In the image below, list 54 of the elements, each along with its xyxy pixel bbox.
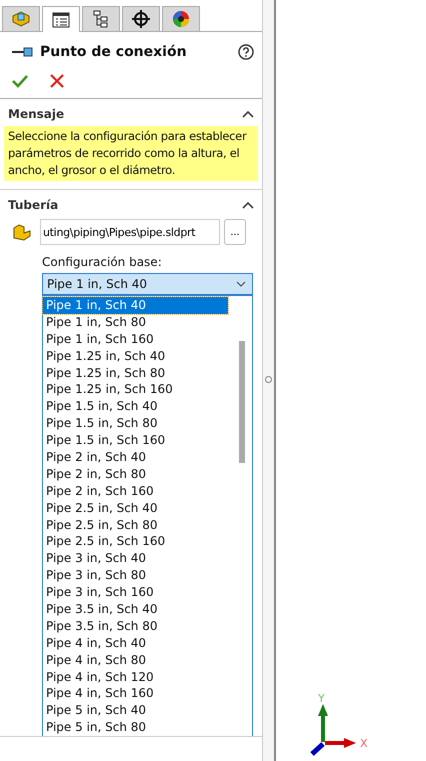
dropdown-option[interactable]: Pipe 4 in, Sch 40: [43, 634, 228, 652]
dropdown-option[interactable]: Pipe 3.5 in, Sch 40: [43, 601, 228, 618]
dropdown-option[interactable]: Pipe 2.5 in, Sch 80: [43, 516, 228, 534]
color-ball-icon: [172, 10, 190, 28]
dropdown-option[interactable]: Pipe 4 in, Sch 160: [43, 685, 228, 702]
dropdown-option[interactable]: Pipe 1 in, Sch 80: [43, 314, 228, 331]
cube-icon: [11, 10, 31, 28]
dropdown-option[interactable]: Pipe 1.5 in, Sch 80: [43, 415, 228, 432]
dropdown-option[interactable]: Pipe 5 in, Sch 40: [43, 702, 228, 720]
panel-tab[interactable]: [82, 6, 120, 31]
collapse-chevron-icon[interactable]: [242, 110, 254, 118]
panel-tab[interactable]: [42, 6, 80, 32]
field-label: Configuración base:: [41, 254, 163, 271]
crosshair-icon: [132, 10, 150, 28]
dropdown-option[interactable]: Pipe 4 in, Sch 80: [43, 652, 228, 669]
tree-icon: [93, 10, 109, 28]
axis-triad-drawing: Y X: [304, 692, 374, 761]
connection-point-icon: [12, 47, 34, 57]
panel-tab[interactable]: [162, 6, 200, 31]
dropdown-option[interactable]: Pipe 3 in, Sch 160: [43, 584, 228, 602]
dropdown-option[interactable]: Pipe 2 in, Sch 80: [43, 466, 228, 483]
caret-icon: [236, 281, 246, 287]
dropdown-option[interactable]: Pipe 1 in, Sch 40: [43, 297, 228, 314]
panel-title: Punto de conexión: [40, 44, 188, 60]
dropdown-option[interactable]: Pipe 2.5 in, Sch 40: [43, 500, 228, 517]
dropdown-option[interactable]: Pipe 1.5 in, Sch 160: [43, 432, 228, 450]
dropdown-option[interactable]: Pipe 3 in, Sch 80: [43, 567, 228, 584]
panel-tab[interactable]: [122, 6, 160, 31]
help-icon[interactable]: [238, 44, 254, 60]
dropdown-option[interactable]: Pipe 2 in, Sch 160: [43, 482, 228, 500]
dropdown-option[interactable]: Pipe 3 in, Sch 40: [43, 550, 228, 568]
list-icon: [52, 12, 70, 28]
file-path-field[interactable]: uting\piping\Pipes\pipe.sldprt: [40, 219, 220, 245]
splitter-handle[interactable]: [265, 376, 272, 383]
dropdown-option[interactable]: Pipe 2.5 in, Sch 160: [43, 533, 228, 550]
dropdown-option[interactable]: Pipe 3.5 in, Sch 80: [43, 618, 228, 635]
section-heading: Tubería: [8, 198, 58, 212]
message-text: Seleccione la configuración para establecer parámetros de recorrido como la altura, el ancho, el grosor o el diámetro.: [4, 126, 258, 181]
dropdown-option[interactable]: Pipe 5 in, Sch 80: [43, 719, 228, 736]
close-icon[interactable]: [50, 74, 64, 88]
dropdown-option[interactable]: Pipe 1.25 in, Sch 80: [43, 364, 228, 382]
browse-button[interactable]: ...: [224, 219, 246, 245]
dropdown-option[interactable]: Pipe 1 in, Sch 160: [43, 330, 228, 348]
dropdown-option[interactable]: Pipe 1.25 in, Sch 40: [43, 348, 228, 365]
part-icon: [12, 223, 32, 241]
collapse-chevron-icon[interactable]: [242, 201, 254, 209]
dropdown-option[interactable]: Pipe 4 in, Sch 120: [43, 668, 228, 686]
section-heading: Mensaje: [8, 107, 64, 121]
ok-check-icon[interactable]: [12, 74, 28, 88]
configuration-dropdown[interactable]: Pipe 1 in, Sch 40: [42, 273, 253, 295]
scrollbar-thumb[interactable]: [239, 341, 245, 463]
dropdown-option[interactable]: Pipe 1.25 in, Sch 160: [43, 381, 228, 398]
dropdown-option[interactable]: Pipe 2 in, Sch 40: [43, 449, 228, 466]
dropdown-option[interactable]: Pipe 1.5 in, Sch 40: [43, 398, 228, 416]
